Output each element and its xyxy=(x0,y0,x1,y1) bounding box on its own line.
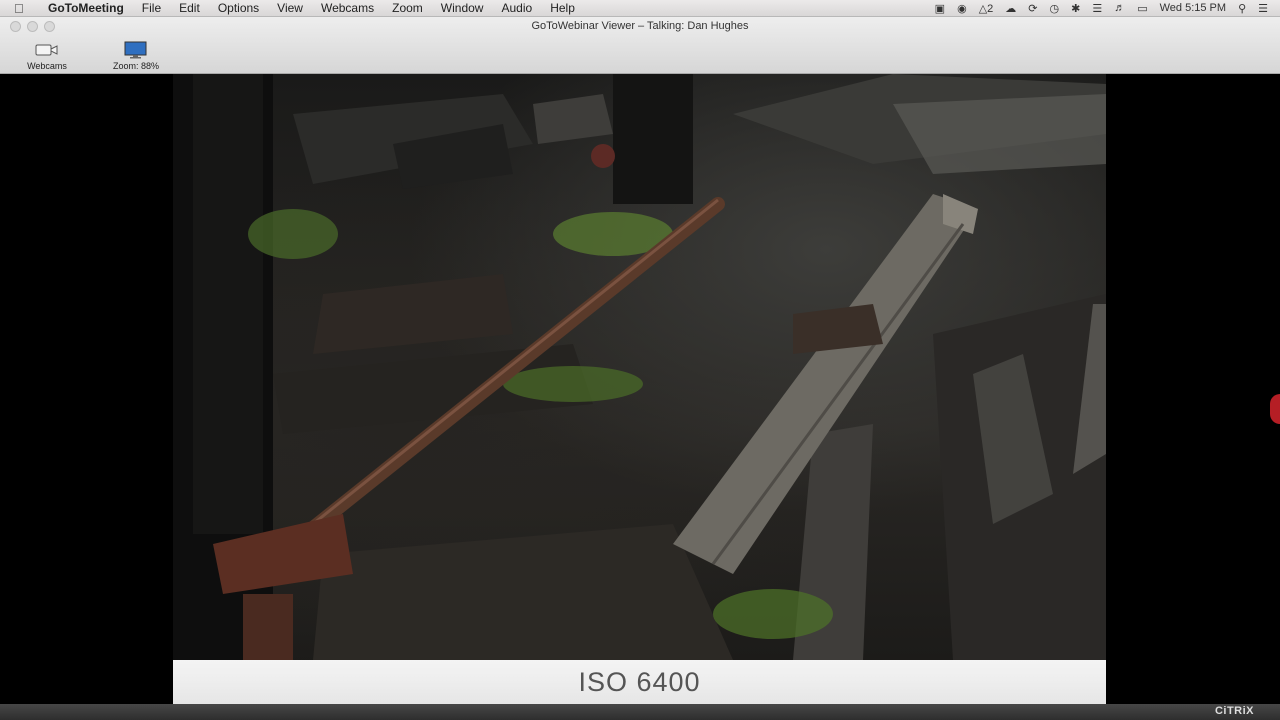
slide-caption: ISO 6400 xyxy=(578,666,701,697)
zoom-label: Zoom: 88% xyxy=(112,61,160,71)
notification-center-icon[interactable]: ☰ xyxy=(1258,2,1268,15)
presentation-slide: ISO 6400 xyxy=(173,74,1106,704)
camera-icon[interactable]: ◉ xyxy=(957,2,967,15)
time-machine-icon[interactable]: ◷ xyxy=(1050,2,1060,15)
monitor-icon xyxy=(101,41,171,59)
gotomeeting-grabtab[interactable] xyxy=(1270,394,1280,424)
wifi-icon[interactable]: ☰ xyxy=(1092,2,1102,15)
menu-zoom[interactable]: Zoom xyxy=(392,1,423,15)
menu-window[interactable]: Window xyxy=(441,1,484,15)
menu-file[interactable]: File xyxy=(142,1,161,15)
notification-count: 2 xyxy=(987,2,994,15)
status-footer: CiTRiX xyxy=(0,704,1280,720)
slide-caption-bar: ISO 6400 xyxy=(173,660,1106,704)
bluetooth-icon[interactable]: ✱ xyxy=(1071,2,1080,15)
volume-icon[interactable]: ♬ xyxy=(1114,2,1125,14)
zoom-button[interactable]: Zoom: 88% xyxy=(101,41,171,71)
menu-options[interactable]: Options xyxy=(218,1,259,15)
menu-audio[interactable]: Audio xyxy=(501,1,532,15)
screen-icon[interactable]: ▣ xyxy=(935,2,945,15)
clock[interactable]: Wed 5:15 PM xyxy=(1160,2,1226,14)
menu-app[interactable]: GoToMeeting xyxy=(48,1,124,15)
status-area: ▣ ◉ △2 ☁ ⟳ ◷ ✱ ☰ ♬ ▭ Wed 5:15 PM ⚲ ☰ xyxy=(935,2,1280,15)
menu-edit[interactable]: Edit xyxy=(179,1,200,15)
menu-view[interactable]: View xyxy=(277,1,303,15)
cloud-icon[interactable]: ☁ xyxy=(1005,2,1016,15)
sync-icon[interactable]: ⟳ xyxy=(1028,2,1037,15)
window-titlebar: GoToWebinar Viewer – Talking: Dan Hughes… xyxy=(0,17,1280,74)
apple-icon[interactable]:  xyxy=(14,1,36,16)
window-title: GoToWebinar Viewer – Talking: Dan Hughes xyxy=(531,20,749,32)
menu-bar:  GoToMeeting File Edit Options View Web… xyxy=(0,0,1280,17)
webcam-icon xyxy=(12,41,82,59)
menu-help[interactable]: Help xyxy=(550,1,575,15)
webcams-button[interactable]: Webcams xyxy=(12,41,82,71)
battery-icon[interactable]: ▭ xyxy=(1137,2,1147,15)
slide-photo xyxy=(173,74,1106,660)
webcams-label: Webcams xyxy=(27,61,67,71)
spotlight-icon[interactable]: ⚲ xyxy=(1238,2,1246,15)
menu-webcams[interactable]: Webcams xyxy=(321,1,374,15)
citrix-logo: CiTRiX xyxy=(1214,705,1254,717)
shared-screen: ISO 6400 xyxy=(0,74,1280,704)
notification-icon[interactable]: △2 xyxy=(979,2,994,15)
